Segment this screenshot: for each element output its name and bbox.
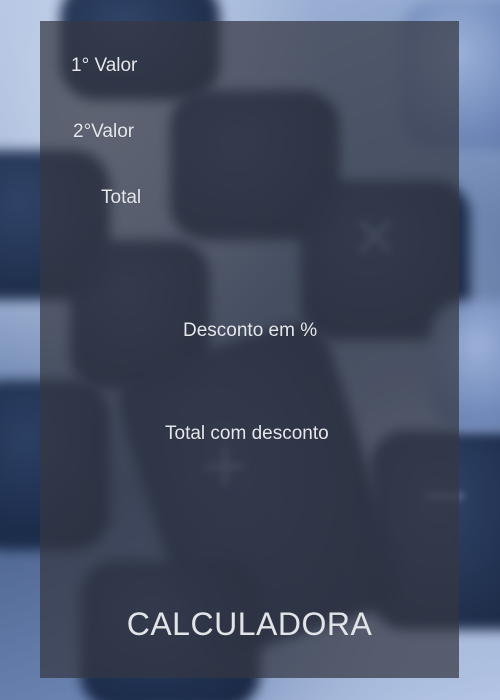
value1-label: 1° Valor (71, 55, 138, 76)
app-title: CALCULADORA (126, 606, 373, 642)
total-label: Total (101, 187, 142, 208)
calculator-panel: 1° Valor 2°Valor Total Desconto em % Tot… (40, 21, 459, 678)
total-with-discount-label: Total com desconto (165, 423, 329, 444)
discount-label: Desconto em % (183, 320, 318, 341)
value2-label: 2°Valor (73, 121, 135, 142)
